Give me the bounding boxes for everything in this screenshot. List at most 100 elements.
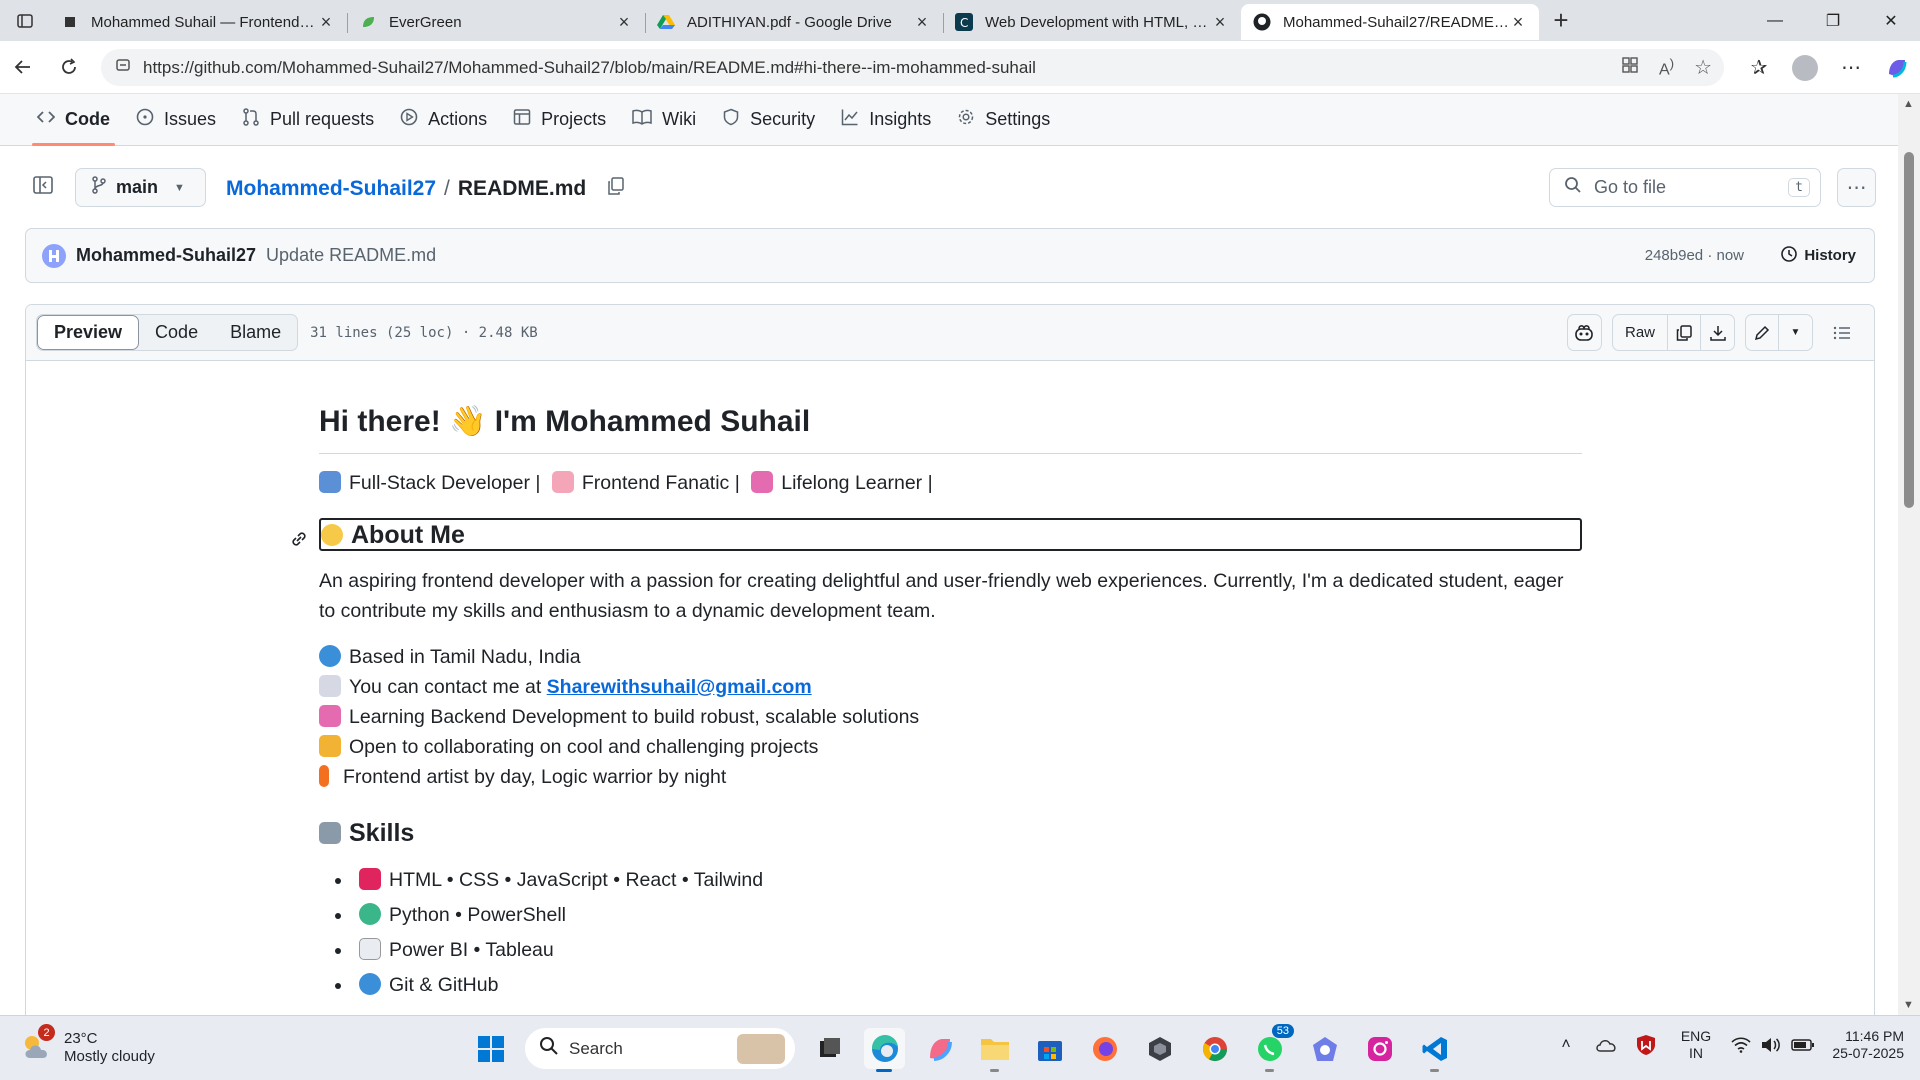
outline-list-icon[interactable] <box>1823 314 1860 351</box>
tab-settings[interactable]: Settings <box>944 94 1063 146</box>
refresh-icon[interactable] <box>46 57 92 77</box>
tab-code-view[interactable]: Code <box>139 315 214 350</box>
close-tab-icon[interactable]: × <box>317 12 335 33</box>
favorites-icon[interactable]: ✰ <box>1736 55 1782 80</box>
taskbar-vscode[interactable] <box>1414 1028 1455 1072</box>
tab-wiki[interactable]: Wiki <box>619 94 709 146</box>
tab-projects[interactable]: Projects <box>500 94 619 146</box>
scroll-up-icon[interactable]: ▲ <box>1903 98 1914 110</box>
list-item: HTML • CSS • JavaScript • React • Tailwi… <box>335 863 1582 898</box>
globe-emoji-icon <box>319 645 341 667</box>
edit-dropdown-icon[interactable]: ▼ <box>1779 315 1812 350</box>
close-window-icon[interactable]: ✕ <box>1862 0 1920 41</box>
list-item: Git & GitHub <box>335 968 1582 1003</box>
input-language[interactable]: ENG IN <box>1666 1028 1726 1062</box>
taskbar-chrome[interactable] <box>1194 1028 1235 1069</box>
browser-tab-active[interactable]: Mohammed-Suhail27/README.md × <box>1241 4 1539 40</box>
taskbar-instagram[interactable] <box>1359 1028 1400 1069</box>
tab-preview[interactable]: Preview <box>37 315 140 350</box>
browser-tab[interactable]: C Web Development with HTML, CSS × <box>943 4 1241 40</box>
read-aloud-icon[interactable]: A) <box>1659 56 1674 79</box>
site-info-icon[interactable] <box>115 57 131 78</box>
tab-blame[interactable]: Blame <box>214 315 297 350</box>
volume-icon[interactable] <box>1756 1037 1786 1053</box>
battery-icon[interactable] <box>1786 1038 1820 1052</box>
history-button[interactable]: History <box>1780 245 1856 267</box>
copy-path-icon[interactable] <box>606 176 626 202</box>
list-item: Python • PowerShell <box>335 898 1582 933</box>
mcafee-icon[interactable] <box>1626 1034 1666 1056</box>
globe-emoji-icon <box>359 973 381 995</box>
close-tab-icon[interactable]: × <box>1509 12 1527 33</box>
commit-message[interactable]: Update README.md <box>266 245 436 266</box>
tab-code[interactable]: Code <box>24 94 123 146</box>
taskbar-whatsapp[interactable]: 53 <box>1249 1024 1294 1072</box>
edit-pencil-icon[interactable] <box>1746 315 1779 350</box>
close-tab-icon[interactable]: × <box>913 12 931 33</box>
raw-button[interactable]: Raw <box>1613 315 1668 350</box>
sidebar-toggle-icon[interactable] <box>32 174 54 201</box>
taskbar-firefox[interactable] <box>1084 1028 1125 1069</box>
profile-avatar[interactable] <box>1782 54 1828 81</box>
fact-line: Open to collaborating on cool and challe… <box>319 732 1582 762</box>
restore-icon[interactable]: ❐ <box>1804 0 1862 41</box>
link-anchor-icon[interactable] <box>289 526 309 556</box>
url-bar[interactable]: https://github.com/Mohammed-Suhail27/Moh… <box>101 49 1724 86</box>
page-scrollbar[interactable]: ▲ ▼ <box>1898 94 1920 1015</box>
table-icon <box>513 108 531 131</box>
scrollbar-thumb[interactable] <box>1904 152 1914 508</box>
browser-tab[interactable]: ADITHIYAN.pdf - Google Drive × <box>645 4 943 40</box>
list-item: Power BI • Tableau <box>335 933 1582 968</box>
tab-actions-button[interactable] <box>0 0 49 41</box>
search-icon <box>539 1036 559 1061</box>
taskbar-copilot[interactable] <box>919 1028 960 1069</box>
tab-security[interactable]: Security <box>709 94 828 146</box>
play-icon <box>400 108 418 131</box>
tab-insights[interactable]: Insights <box>828 94 944 146</box>
tab-issues[interactable]: Issues <box>123 94 229 146</box>
browser-tab[interactable]: Mohammed Suhail — Frontend Developer × <box>49 4 347 40</box>
taskbar-file-explorer[interactable] <box>974 1028 1015 1072</box>
branch-selector[interactable]: main ▼ <box>75 168 206 207</box>
taskbar-edge[interactable] <box>864 1028 905 1072</box>
tab-actions[interactable]: Actions <box>387 94 500 146</box>
taskbar-app-dark[interactable] <box>1139 1028 1180 1069</box>
search-icon <box>1564 176 1582 199</box>
commit-meta[interactable]: 248b9ed · now <box>1645 247 1744 264</box>
pull-request-icon <box>242 108 260 131</box>
settings-more-icon[interactable]: ⋯ <box>1828 55 1874 80</box>
favorite-star-icon[interactable]: ☆ <box>1694 55 1712 80</box>
copilot-icon[interactable] <box>1874 56 1920 80</box>
close-tab-icon[interactable]: × <box>615 12 633 33</box>
email-link[interactable]: Sharewithsuhail@gmail.com <box>547 676 812 698</box>
go-to-file-input[interactable]: Go to file t <box>1549 168 1821 207</box>
taskbar-search[interactable]: Search <box>525 1028 795 1069</box>
about-heading[interactable]: About Me <box>292 518 1582 551</box>
browser-tab[interactable]: EverGreen × <box>347 4 645 40</box>
download-icon[interactable] <box>1701 315 1734 350</box>
avatar[interactable] <box>42 243 66 268</box>
new-tab-button[interactable]: + <box>1539 0 1583 41</box>
breadcrumb-repo-link[interactable]: Mohammed-Suhail27 <box>226 177 436 201</box>
back-icon[interactable] <box>0 57 46 77</box>
copy-raw-icon[interactable] <box>1668 315 1701 350</box>
windows-logo-icon <box>477 1035 504 1062</box>
weather-widget[interactable]: 2 23°C Mostly cloudy <box>20 1024 155 1066</box>
close-tab-icon[interactable]: × <box>1211 12 1229 33</box>
minimize-icon[interactable]: — <box>1746 0 1804 41</box>
taskbar-app-purple[interactable] <box>1304 1028 1345 1069</box>
system-clock[interactable]: 11:46 PM 25-07-2025 <box>1820 1028 1920 1062</box>
show-hidden-icons-chevron-icon[interactable]: ˄ <box>1546 1036 1586 1054</box>
app-available-icon[interactable] <box>1621 56 1639 79</box>
start-button[interactable] <box>470 1028 511 1069</box>
onedrive-icon[interactable] <box>1586 1038 1626 1052</box>
commit-author[interactable]: Mohammed-Suhail27 <box>76 245 256 266</box>
copilot-button[interactable] <box>1566 314 1602 351</box>
task-view-button[interactable] <box>809 1028 850 1069</box>
scroll-down-icon[interactable]: ▼ <box>1903 999 1914 1011</box>
tab-pull-requests[interactable]: Pull requests <box>229 94 387 146</box>
more-options-button[interactable]: ⋯ <box>1837 168 1876 207</box>
taskbar-store[interactable] <box>1029 1028 1070 1069</box>
readme-content: Hi there! 👋 I'm Mohammed Suhail Full-Sta… <box>292 401 1582 1003</box>
wifi-icon[interactable] <box>1726 1037 1756 1053</box>
